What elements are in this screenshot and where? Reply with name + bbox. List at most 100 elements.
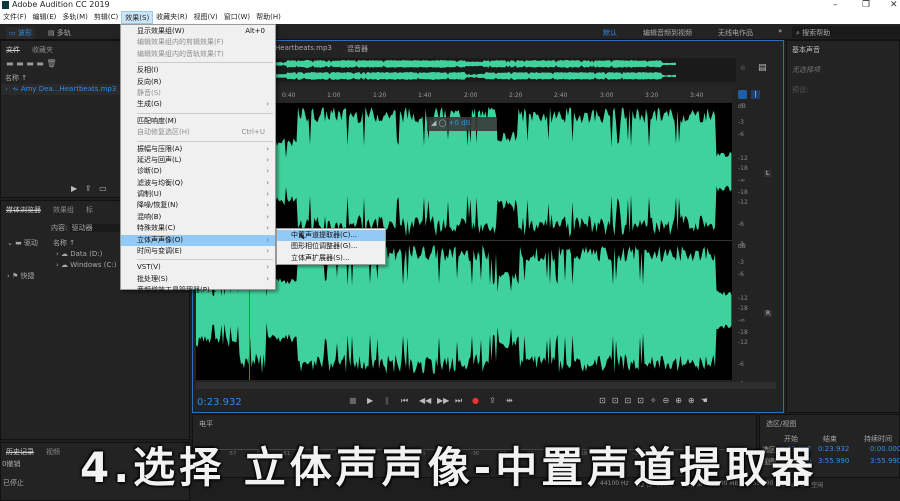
stop-button[interactable]: ■: [349, 396, 357, 405]
tab-markers[interactable]: 标: [86, 205, 93, 214]
tab-history[interactable]: 历史记录: [6, 447, 34, 456]
menu-item[interactable]: 滤波与均衡(Q) ›: [121, 178, 275, 189]
menu-item[interactable]: VST(V) ›: [121, 262, 275, 273]
skip-start-button[interactable]: ⏮: [401, 396, 408, 406]
menu-item[interactable]: 延迟与回声(L) ›: [121, 155, 275, 166]
menu-item[interactable]: 时间与变调(E) ›: [121, 246, 275, 257]
menu-item[interactable]: 静音(S): [121, 88, 275, 99]
menu-item[interactable]: 批处理(S) ›: [121, 274, 275, 285]
tab-effects-rack[interactable]: 效果组: [53, 205, 74, 214]
loop-button[interactable]: ⇪: [489, 396, 496, 405]
panel-title: 选区/视图: [766, 420, 797, 428]
snap-icon[interactable]: [738, 90, 747, 99]
tree-drives[interactable]: ⌄ ▬ 驱动: [7, 238, 38, 248]
selection-end[interactable]: 0:23.932: [818, 445, 849, 453]
menu-item-label: 滤波与均衡(Q): [137, 178, 183, 187]
view-duration[interactable]: 3:55.990: [870, 457, 900, 465]
menu-item[interactable]: 音频增效工具管理器(P)...: [121, 285, 275, 296]
selection-duration[interactable]: 0:00.000: [870, 445, 900, 453]
skip-end-button[interactable]: ⏭: [455, 396, 462, 406]
workspace-edit-audio-video[interactable]: 编辑音频到视频: [643, 28, 692, 38]
submenu-item[interactable]: 图形相位调整器(G)...: [277, 241, 385, 252]
play-button[interactable]: ▶: [367, 396, 373, 405]
tree-shortcuts[interactable]: › ⚑ 快捷: [7, 271, 35, 281]
rewind-button[interactable]: ◀◀: [419, 396, 431, 405]
menu-file[interactable]: 文件(F): [0, 11, 30, 24]
tab-media-browser[interactable]: 媒体浏览器: [6, 205, 41, 214]
menu-window[interactable]: 窗口(W): [221, 11, 253, 24]
content-label: 内容:: [51, 224, 68, 232]
submenu-item[interactable]: 中置声道提取器(C)...: [277, 230, 385, 242]
preset-dropdown[interactable]: 预设:: [787, 81, 899, 99]
menu-item[interactable]: 特殊效果(C) ›: [121, 223, 275, 234]
marker-icon[interactable]: ǀ: [751, 90, 760, 99]
db-scale-label: -6: [738, 271, 744, 278]
menu-item[interactable]: 编辑效果组内的剪辑效果(F): [121, 37, 275, 48]
db-scale-label: -6: [738, 221, 744, 228]
channel-right-label[interactable]: R: [764, 310, 773, 317]
menu-edit[interactable]: 编辑(E): [30, 11, 60, 24]
col-name[interactable]: 名称 ↑: [53, 238, 75, 248]
multitrack-view-button[interactable]: ▤ 多轨: [48, 28, 71, 38]
menu-favorites[interactable]: 收藏夹(R): [153, 11, 190, 24]
tab-files[interactable]: 文件: [6, 45, 20, 54]
menu-item[interactable]: 反相(I): [121, 65, 275, 76]
db-scale-label: -18: [738, 189, 748, 196]
menu-help[interactable]: 帮助(H): [253, 11, 284, 24]
waveform-view-button[interactable]: ▭ 波形: [6, 27, 35, 39]
channel-left-label[interactable]: L: [764, 170, 772, 177]
pause-button[interactable]: ǁ: [385, 396, 389, 405]
chevron-right-icon: ›: [266, 247, 269, 256]
fast-forward-button[interactable]: ▶▶: [437, 396, 449, 405]
db-scale-label: -18: [738, 165, 748, 172]
menu-item[interactable]: 编辑效果组内的音轨效果(T): [121, 49, 275, 60]
chevron-right-icon: ›: [266, 167, 269, 176]
chevron-right-icon: ›: [266, 144, 269, 153]
file-transport[interactable]: ▶ ⇪ ▭: [71, 184, 107, 193]
drive-windows[interactable]: › ☁ Windows (C:): [56, 261, 116, 269]
menu-item[interactable]: 显示效果组(W) Alt+0: [121, 26, 275, 37]
more-workspaces-button[interactable]: »: [778, 27, 782, 35]
menu-item[interactable]: 立体声声像(O) ›: [121, 234, 275, 247]
close-button[interactable]: ✕: [890, 0, 898, 10]
menu-item[interactable]: 振幅与压限(A) ›: [121, 144, 275, 155]
tab-editor-file[interactable]: Heartbeats.mp3: [275, 44, 332, 52]
zoom-controls[interactable]: ⊡⊡⊡⊡✧⊖⊕⊕☚: [599, 396, 714, 405]
minimize-button[interactable]: –: [833, 0, 838, 10]
menu-effects[interactable]: 效果(S): [121, 11, 154, 24]
menu-item[interactable]: 生成(G) ›: [121, 99, 275, 110]
menu-clip[interactable]: 剪辑(C): [91, 11, 121, 24]
menu-multitrack[interactable]: 多轨(M): [59, 11, 91, 24]
tab-video[interactable]: 视频: [46, 447, 60, 456]
menu-item[interactable]: 匹配响度(M): [121, 116, 275, 127]
workspace-radio[interactable]: 无线电作品: [718, 28, 753, 38]
menu-item[interactable]: 反向(R): [121, 77, 275, 88]
effects-menu: 显示效果组(W) Alt+0 编辑效果组内的剪辑效果(F) 编辑效果组内的音轨效果(T…: [120, 24, 276, 294]
content-dropdown[interactable]: 驱动器: [69, 224, 123, 232]
hud-volume[interactable]: ◢ ◯ +0 dB: [427, 117, 497, 131]
record-button[interactable]: ●: [472, 396, 479, 405]
menu-view[interactable]: 视图(V): [191, 11, 221, 24]
skip-selection-button[interactable]: ⇹: [506, 396, 513, 405]
menu-item[interactable]: 降噪/恢复(N) ›: [121, 200, 275, 211]
tab-favorites[interactable]: 收藏夹: [32, 45, 53, 54]
maximize-button[interactable]: ❐: [862, 0, 870, 10]
col-name[interactable]: 名称 ↑: [5, 73, 27, 83]
tab-mixer[interactable]: 混音器: [347, 44, 368, 54]
zoom-icon[interactable]: ⊕: [740, 64, 746, 72]
menu-item[interactable]: 自动修复选区(H) Ctrl+U: [121, 127, 275, 138]
horizontal-scrollbar[interactable]: [196, 382, 776, 389]
drive-data[interactable]: › ☁ Data (D:): [56, 250, 102, 258]
search-help-input[interactable]: ⌕ 搜索帮助: [792, 26, 900, 38]
menu-item[interactable]: 混响(B) ›: [121, 212, 275, 223]
ruler-label: 3:00: [600, 92, 614, 99]
chevron-right-icon: ›: [266, 235, 269, 244]
submenu-item[interactable]: 立体声扩展器(S)...: [277, 253, 385, 264]
menu-item[interactable]: 调制(U) ›: [121, 189, 275, 200]
col-duration: 持续时间: [864, 435, 892, 443]
workspace-default[interactable]: 默认: [603, 28, 617, 38]
list-icon[interactable]: ▤: [758, 63, 767, 73]
view-end[interactable]: 3:55.990: [818, 457, 849, 465]
open-folder-icon[interactable]: ▬ ▬ ▬ ▬ 🗑: [6, 59, 57, 68]
menu-item[interactable]: 诊断(D) ›: [121, 166, 275, 177]
